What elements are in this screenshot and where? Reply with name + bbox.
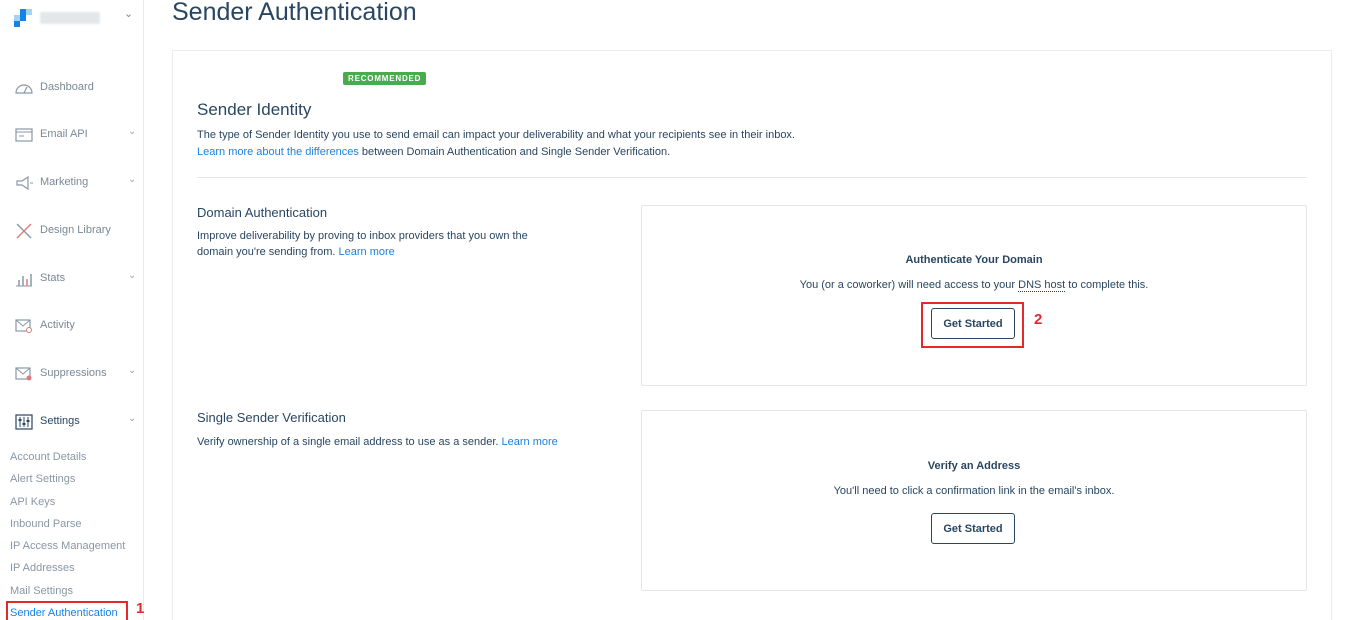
divider xyxy=(197,177,1307,178)
sidebar-item-label: Marketing xyxy=(40,176,89,188)
chevron-down-icon: ⌄ xyxy=(128,174,137,185)
chevron-down-icon: ⌄ xyxy=(128,126,137,137)
mail-search-icon xyxy=(15,319,32,333)
sender-identity-description: The type of Sender Identity you use to s… xyxy=(197,129,795,141)
verify-address-panel: Verify an Address You'll need to click a… xyxy=(641,410,1307,591)
account-name-redacted[interactable] xyxy=(40,12,100,24)
tools-icon xyxy=(16,223,32,239)
sidebar-item-suppressions[interactable]: Suppressions ⌄ xyxy=(0,359,143,389)
domain-description-text: domain you're sending from. xyxy=(197,246,336,258)
sidebar-item-design-library[interactable]: Design Library xyxy=(0,216,143,246)
domain-authentication-description-line2: domain you're sending from. Learn more xyxy=(197,246,395,258)
chevron-down-icon: ⌄ xyxy=(128,270,137,281)
sidebar-item-dashboard[interactable]: Dashboard xyxy=(0,73,143,103)
account-chevron-down-icon[interactable]: ⌄ xyxy=(124,7,133,20)
sidebar-item-label: Activity xyxy=(40,319,75,331)
authenticate-domain-text-post: to complete this. xyxy=(1065,279,1149,291)
authenticate-domain-text: You (or a coworker) will need access to … xyxy=(642,279,1306,292)
bar-chart-icon xyxy=(16,274,32,287)
annotation-step-2: 2 xyxy=(1034,311,1043,328)
authenticate-domain-title: Authenticate Your Domain xyxy=(905,254,1043,266)
annotation-highlight-box xyxy=(6,601,128,620)
sidebar-item-label: Email API xyxy=(40,128,88,140)
chevron-down-icon: ⌄ xyxy=(128,413,137,424)
verify-address-text: You'll need to click a confirmation link… xyxy=(833,485,1115,497)
sidebar-item-label: Stats xyxy=(40,272,66,284)
single-sender-learn-more-link[interactable]: Learn more xyxy=(502,436,558,448)
sidebar-item-label: Design Library xyxy=(40,224,111,236)
sender-identity-title: Sender Identity xyxy=(197,100,312,119)
megaphone-icon xyxy=(16,175,33,191)
sender-identity-description-line2: Learn more about the differences between… xyxy=(197,146,670,158)
single-sender-description: Verify ownership of a single email addre… xyxy=(197,436,558,448)
sidebar: ⌄ Dashboard Email API ⌄ Marketing ⌄ Desi… xyxy=(0,0,144,620)
learn-more-differences-link[interactable]: Learn more about the differences xyxy=(197,146,359,158)
sidebar-item-stats[interactable]: Stats ⌄ xyxy=(0,264,143,294)
single-sender-title: Single Sender Verification xyxy=(197,410,346,425)
sidebar-item-label: Settings xyxy=(40,415,80,427)
page-title: Sender Authentication xyxy=(172,0,417,26)
settings-sub-mail-settings[interactable]: Mail Settings xyxy=(10,585,73,597)
settings-sub-inbound-parse[interactable]: Inbound Parse xyxy=(10,518,82,530)
settings-sub-ip-access-management[interactable]: IP Access Management xyxy=(10,540,125,552)
domain-authentication-title: Domain Authentication xyxy=(197,205,328,220)
recommended-badge: RECOMMENDED xyxy=(343,72,427,85)
annotation-highlight-box xyxy=(921,302,1024,348)
sidebar-item-label: Suppressions xyxy=(40,367,107,379)
domain-learn-more-link[interactable]: Learn more xyxy=(339,246,395,258)
sender-identity-description-tail: between Domain Authentication and Single… xyxy=(358,146,671,158)
sidebar-item-activity[interactable]: Activity xyxy=(0,311,143,341)
single-sender-description-text: Verify ownership of a single email addre… xyxy=(197,436,499,448)
sidebar-item-settings[interactable]: Settings ⌄ xyxy=(0,407,143,437)
gauge-icon xyxy=(15,84,33,94)
dns-host-term: DNS host xyxy=(1018,279,1066,292)
domain-authentication-description: Improve deliverability by proving to inb… xyxy=(197,230,528,242)
sidebar-item-label: Dashboard xyxy=(40,81,94,93)
single-sender-get-started-button[interactable]: Get Started xyxy=(931,513,1015,544)
authenticate-domain-panel: Authenticate Your Domain You (or a cowor… xyxy=(641,205,1307,386)
sliders-icon xyxy=(15,414,33,430)
settings-sub-account-details[interactable]: Account Details xyxy=(10,451,86,463)
brand-logo-icon[interactable] xyxy=(14,9,32,27)
settings-sub-alert-settings[interactable]: Alert Settings xyxy=(10,473,75,485)
sidebar-item-marketing[interactable]: Marketing ⌄ xyxy=(0,168,143,198)
settings-sub-ip-addresses[interactable]: IP Addresses xyxy=(10,562,75,574)
chevron-down-icon: ⌄ xyxy=(128,365,137,376)
sidebar-item-email-api[interactable]: Email API ⌄ xyxy=(0,120,143,150)
settings-sub-api-keys[interactable]: API Keys xyxy=(10,496,55,508)
annotation-step-1: 1 xyxy=(136,600,145,617)
verify-address-title: Verify an Address xyxy=(927,460,1021,472)
terminal-icon xyxy=(15,128,33,142)
authenticate-domain-text-pre: You (or a coworker) will need access to … xyxy=(799,279,1019,291)
mail-block-icon xyxy=(15,367,32,381)
